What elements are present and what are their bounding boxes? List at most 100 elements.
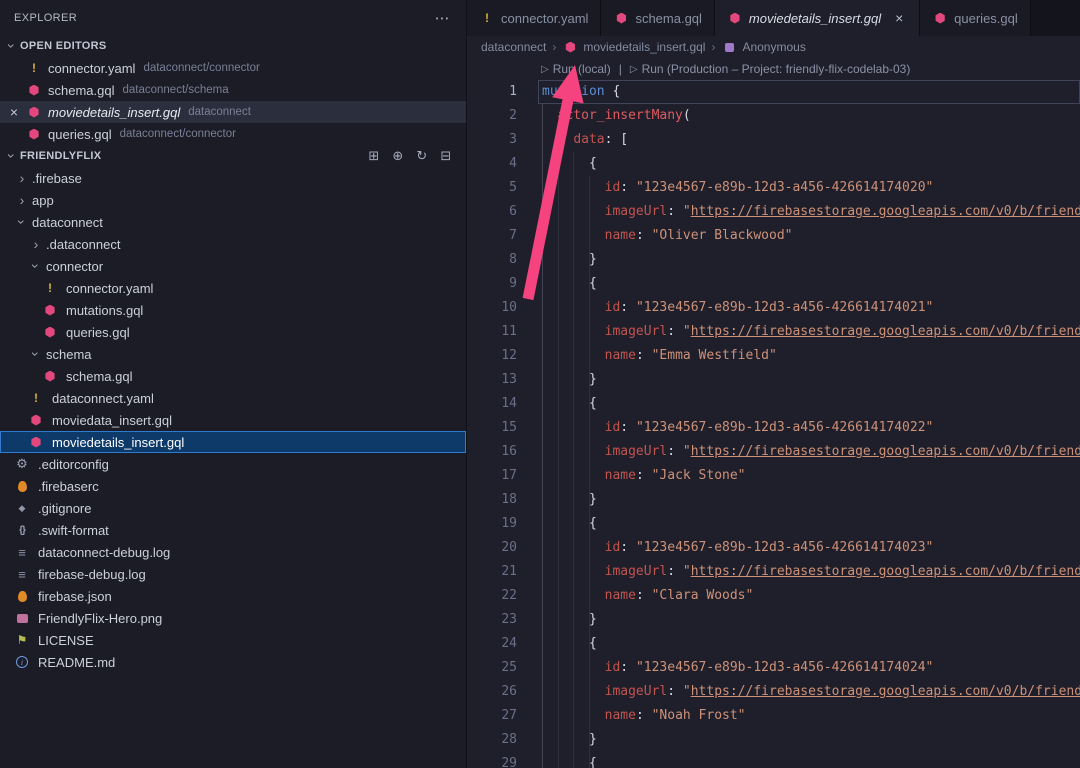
workspace-header[interactable]: › FRIENDLYFLIX ⊞⊕↻⊟ [0, 145, 466, 167]
breadcrumb-label: dataconnect [481, 40, 546, 54]
code-line-22[interactable]: 22 name: "Clara Woods" [467, 584, 1080, 608]
file-path: dataconnect [188, 106, 251, 118]
code-line-15[interactable]: 15 id: "123e4567-e89b-12d3-a456-42661417… [467, 416, 1080, 440]
code-line-12[interactable]: 12 name: "Emma Westfield" [467, 344, 1080, 368]
line-content: mutation { [538, 80, 1080, 104]
tab-schema.gql[interactable]: schema.gql [601, 0, 714, 36]
code-editor[interactable]: 1mutation {2 actor_insertMany(3 data: [4… [467, 80, 1080, 768]
breadcrumb-item-dataconnect[interactable]: dataconnect [481, 40, 546, 54]
code-line-18[interactable]: 18 } [467, 488, 1080, 512]
code-line-11[interactable]: 11 imageUrl: "https://firebasestorage.go… [467, 320, 1080, 344]
tab-moviedetails_insert.gql[interactable]: moviedetails_insert.gql× [715, 0, 920, 36]
open-editor-moviedetails_insert.gql[interactable]: ×moviedetails_insert.gqldataconnect [0, 101, 466, 123]
new-folder-icon[interactable]: ⊕ [390, 148, 406, 164]
close-icon[interactable]: × [6, 104, 22, 120]
code-line-20[interactable]: 20 id: "123e4567-e89b-12d3-a456-42661417… [467, 536, 1080, 560]
file-README.md[interactable]: README.md [0, 651, 466, 673]
code-line-21[interactable]: 21 imageUrl: "https://firebasestorage.go… [467, 560, 1080, 584]
file-mutations.gql[interactable]: mutations.gql [0, 299, 466, 321]
codelens-separator: | [619, 62, 622, 76]
file-dataconnect.yaml[interactable]: dataconnect.yaml [0, 387, 466, 409]
new-file-icon[interactable]: ⊞ [366, 148, 382, 164]
file-name: mutations.gql [66, 303, 143, 318]
code-line-8[interactable]: 8 } [467, 248, 1080, 272]
folder-.firebase[interactable]: ›.firebase [0, 167, 466, 189]
file-queries.gql[interactable]: queries.gql [0, 321, 466, 343]
open-editor-queries.gql[interactable]: queries.gqldataconnect/connector [0, 123, 466, 145]
open-editors-header[interactable]: › OPEN EDITORS [0, 35, 466, 57]
code-line-25[interactable]: 25 id: "123e4567-e89b-12d3-a456-42661417… [467, 656, 1080, 680]
file-dataconnect-debug.log[interactable]: dataconnect-debug.log [0, 541, 466, 563]
code-line-29[interactable]: 29 { [467, 752, 1080, 768]
folder-name: connector [46, 259, 103, 274]
code-line-14[interactable]: 14 { [467, 392, 1080, 416]
code-line-2[interactable]: 2 actor_insertMany( [467, 104, 1080, 128]
breadcrumb-item-moviedetails_insert.gql[interactable]: moviedetails_insert.gql [562, 39, 705, 55]
code-line-26[interactable]: 26 imageUrl: "https://firebasestorage.go… [467, 680, 1080, 704]
tab-connector.yaml[interactable]: connector.yaml [467, 0, 601, 36]
code-line-5[interactable]: 5 id: "123e4567-e89b-12d3-a456-426614174… [467, 176, 1080, 200]
line-content: imageUrl: "https://firebasestorage.googl… [538, 200, 1080, 224]
refresh-icon[interactable]: ↻ [414, 148, 430, 164]
file-firebase-debug.log[interactable]: firebase-debug.log [0, 563, 466, 585]
folder-app[interactable]: ›app [0, 189, 466, 211]
run-local-link[interactable]: ▷ Run (local) [541, 62, 611, 76]
yaml-file-icon [26, 60, 42, 76]
folder-connector[interactable]: ›connector [0, 255, 466, 277]
code-line-27[interactable]: 27 name: "Noah Frost" [467, 704, 1080, 728]
collapse-all-icon[interactable]: ⊟ [438, 148, 454, 164]
open-editor-schema.gql[interactable]: schema.gqldataconnect/schema [0, 79, 466, 101]
open-editor-connector.yaml[interactable]: connector.yamldataconnect/connector [0, 57, 466, 79]
file-connector.yaml[interactable]: connector.yaml [0, 277, 466, 299]
file-.gitignore[interactable]: .gitignore [0, 497, 466, 519]
file-moviedata_insert.gql[interactable]: moviedata_insert.gql [0, 409, 466, 431]
code-line-3[interactable]: 3 data: [ [467, 128, 1080, 152]
explorer-sidebar: EXPLORER ⋯ › OPEN EDITORS connector.yaml… [0, 0, 467, 768]
code-line-4[interactable]: 4 { [467, 152, 1080, 176]
chevron-down-icon: › [29, 258, 43, 274]
code-line-28[interactable]: 28 } [467, 728, 1080, 752]
file-.firebaserc[interactable]: .firebaserc [0, 475, 466, 497]
folder-.dataconnect[interactable]: ›.dataconnect [0, 233, 466, 255]
file-firebase.json[interactable]: firebase.json [0, 585, 466, 607]
graphql-file-icon [26, 126, 42, 142]
file-schema.gql[interactable]: schema.gql [0, 365, 466, 387]
folder-schema[interactable]: ›schema [0, 343, 466, 365]
line-content: } [538, 248, 1080, 272]
breadcrumb-separator: › [711, 40, 715, 54]
code-line-6[interactable]: 6 imageUrl: "https://firebasestorage.goo… [467, 200, 1080, 224]
code-line-17[interactable]: 17 name: "Jack Stone" [467, 464, 1080, 488]
line-content: } [538, 488, 1080, 512]
line-content: id: "123e4567-e89b-12d3-a456-42661417402… [538, 656, 1080, 680]
file-.editorconfig[interactable]: .editorconfig [0, 453, 466, 475]
graphql-file-icon [932, 10, 948, 26]
file-LICENSE[interactable]: LICENSE [0, 629, 466, 651]
code-line-16[interactable]: 16 imageUrl: "https://firebasestorage.go… [467, 440, 1080, 464]
code-line-10[interactable]: 10 id: "123e4567-e89b-12d3-a456-42661417… [467, 296, 1080, 320]
line-number: 3 [467, 128, 517, 152]
breadcrumb-item-Anonymous[interactable]: Anonymous [721, 39, 805, 55]
explorer-title: EXPLORER [14, 12, 77, 24]
tab-label: schema.gql [635, 11, 701, 26]
code-line-19[interactable]: 19 { [467, 512, 1080, 536]
code-line-23[interactable]: 23 } [467, 608, 1080, 632]
code-line-13[interactable]: 13 } [467, 368, 1080, 392]
run-production-link[interactable]: ▷ Run (Production – Project: friendly-fl… [630, 62, 911, 76]
close-icon[interactable]: × [891, 10, 907, 26]
line-number: 2 [467, 104, 517, 128]
line-number: 17 [467, 464, 517, 488]
folder-dataconnect[interactable]: ›dataconnect [0, 211, 466, 233]
file-.swift-format[interactable]: .swift-format [0, 519, 466, 541]
code-line-9[interactable]: 9 { [467, 272, 1080, 296]
file-path: dataconnect/connector [120, 128, 236, 140]
tab-queries.gql[interactable]: queries.gql [920, 0, 1031, 36]
file-FriendlyFlix-Hero.png[interactable]: FriendlyFlix-Hero.png [0, 607, 466, 629]
code-line-7[interactable]: 7 name: "Oliver Blackwood" [467, 224, 1080, 248]
code-line-24[interactable]: 24 { [467, 632, 1080, 656]
more-actions-icon[interactable]: ⋯ [435, 9, 450, 27]
line-number: 7 [467, 224, 517, 248]
yaml-file-icon [42, 280, 58, 296]
code-line-1[interactable]: 1mutation { [467, 80, 1080, 104]
file-name: schema.gql [66, 369, 132, 384]
file-moviedetails_insert.gql[interactable]: moviedetails_insert.gql [0, 431, 466, 453]
